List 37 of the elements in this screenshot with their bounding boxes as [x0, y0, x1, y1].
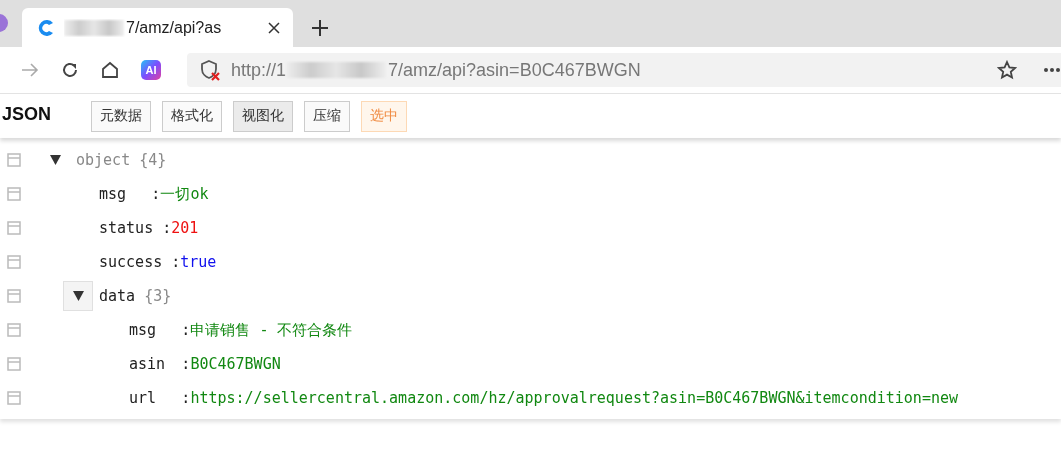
property-line: url :https://sellercentral.amazon.com/hz/approvalrequest?asin=B0C467BWGN&itemcondition=new — [129, 389, 959, 407]
square-icon[interactable] — [7, 221, 21, 235]
tab-title: 7/amz/api?as — [64, 18, 259, 37]
new-tab-icon[interactable] — [311, 19, 329, 37]
square-icon[interactable] — [7, 153, 21, 167]
url-text: http://1 7/amz/api?asin=B0C467BWGN — [231, 59, 641, 81]
property-line: asin :B0C467BWGN — [129, 355, 281, 373]
star-icon[interactable] — [997, 60, 1017, 80]
forward-icon[interactable] — [21, 61, 39, 79]
browser-tab[interactable]: 7/amz/api?as — [22, 8, 293, 47]
node-label: object {4} — [76, 151, 167, 169]
home-icon[interactable] — [101, 61, 119, 79]
more-icon[interactable] — [1043, 67, 1061, 73]
view-mode-button[interactable]: 视图化 — [233, 100, 293, 132]
caret-icon — [49, 155, 61, 165]
square-icon[interactable] — [7, 187, 21, 201]
square-icon[interactable] — [7, 357, 21, 371]
reload-icon[interactable] — [61, 61, 79, 79]
caret-icon — [72, 291, 84, 301]
view-mode-button[interactable]: 元数据 — [91, 100, 151, 132]
viewer-title: JSON — [2, 103, 53, 125]
close-icon[interactable] — [267, 20, 281, 35]
property-line: success :true — [99, 253, 217, 271]
toggle-button[interactable] — [63, 281, 93, 311]
square-icon[interactable] — [7, 391, 21, 405]
address-bar[interactable]: http://1 7/amz/api?asin=B0C467BWGN — [187, 53, 1061, 87]
node-label: data {3} — [99, 287, 172, 305]
property-line: msg :申请销售 - 不符合条件 — [129, 320, 353, 340]
view-mode-button[interactable]: 压缩 — [304, 100, 350, 132]
shield-icon[interactable] — [199, 59, 221, 81]
view-mode-button[interactable]: 格式化 — [162, 100, 222, 132]
square-icon[interactable] — [7, 323, 21, 337]
square-icon[interactable] — [7, 255, 21, 269]
ai-button[interactable]: AI — [141, 60, 161, 80]
property-line: msg :一切ok — [99, 184, 209, 204]
square-icon[interactable] — [7, 289, 21, 303]
property-line: status :201 — [99, 219, 199, 237]
